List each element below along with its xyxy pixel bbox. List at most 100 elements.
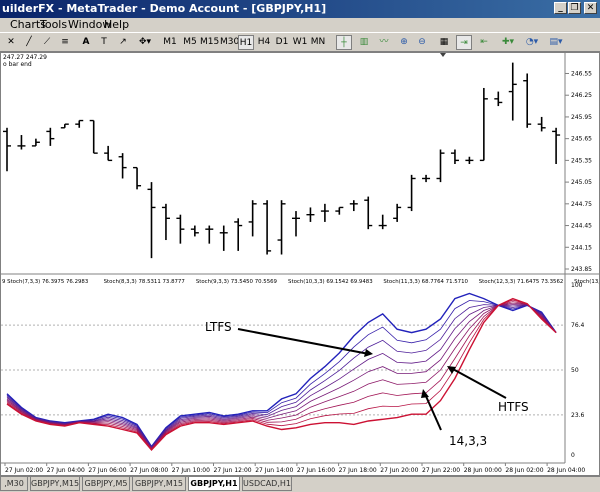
price-bar	[263, 200, 272, 255]
chart-shift-marker	[440, 53, 446, 57]
price-bar	[436, 149, 445, 183]
ltfs-label: LTFS	[205, 320, 232, 334]
minimize-button[interactable]: _	[554, 2, 567, 14]
stoch-series-line	[6, 300, 557, 448]
candlestick-icon[interactable]: ▥	[356, 35, 372, 50]
info-line-2: o bar end	[3, 61, 32, 68]
text-tool-icon[interactable]: A	[80, 35, 92, 50]
price-bar	[190, 225, 199, 237]
window-title: uilderFX - MetaTrader - Demo Account - […	[2, 2, 327, 15]
price-tick-label: 244.75	[571, 201, 592, 208]
templates-icon[interactable]: ▤▾	[546, 35, 566, 50]
indicators-icon[interactable]: ✚▾	[498, 35, 518, 50]
chart-window[interactable]: 247.27 247.29 o bar end 246.55 246.25 245.…	[0, 52, 600, 476]
stoch-tick-label: 0	[571, 452, 575, 459]
tf-m5[interactable]: M5	[182, 35, 198, 50]
stoch-header-item: Stoch(9,3,3) 73.5450 70.5569	[196, 279, 278, 285]
stoch-tick-label: 23.6	[571, 412, 585, 419]
time-tick-label: 27 Jun 02:00	[5, 467, 43, 474]
tf-w1[interactable]: W1	[292, 35, 308, 50]
chart-shift-icon[interactable]: ⇤	[476, 35, 492, 50]
autoscroll-icon[interactable]: ⇥	[456, 35, 472, 50]
title-bar: uilderFX - MetaTrader - Demo Account - […	[0, 0, 600, 18]
stoch-header-item: Stoch(8,3,3) 78.5311 73.8777	[104, 279, 185, 285]
price-tick-label: 245.65	[571, 136, 592, 143]
price-bar	[46, 127, 55, 146]
stoch-header-item: Stoch(11,3,3) 68.7764 71.5710	[383, 279, 468, 285]
price-bar	[104, 145, 113, 162]
price-bar	[450, 149, 459, 164]
arrow-tool-icon[interactable]: ↗	[116, 35, 130, 50]
tf-m15[interactable]: M15	[200, 35, 219, 50]
stoch-series-line	[6, 304, 557, 449]
menu-help[interactable]: Help	[104, 18, 129, 32]
label-tool-icon[interactable]: T	[98, 35, 110, 50]
tab-m30[interactable]: ,M30	[0, 477, 28, 491]
close-button[interactable]: ✕	[584, 2, 597, 14]
time-tick-label: 27 Jun 08:00	[130, 467, 168, 474]
params-label: 14,3,3	[449, 434, 487, 448]
tab-usdcad-h1[interactable]: USDCAD,H1	[242, 477, 292, 491]
price-tick-label: 243.85	[571, 266, 592, 273]
price-bar	[219, 225, 228, 251]
zoom-in-icon[interactable]: ⊕	[396, 35, 412, 50]
periods-icon[interactable]: ◔▾	[522, 35, 542, 50]
time-tick-label: 28 Jun 02:00	[505, 467, 543, 474]
line-chart-icon[interactable]: 〰	[376, 35, 392, 50]
trendline-icon[interactable]: ⟋	[40, 35, 54, 50]
time-tick-label: 27 Jun 20:00	[380, 467, 418, 474]
time-tick-label: 27 Jun 16:00	[297, 467, 335, 474]
tab-gbpjpy-m5[interactable]: GBPJPY,M5	[82, 477, 130, 491]
annotations: LTFS HTFS 14,3,3	[205, 320, 529, 448]
chart-tabs: ,M30 GBPJPY,M15 GBPJPY,M5 GBPJPY,M15 GBP…	[0, 476, 600, 492]
tab-gbpjpy-m15[interactable]: GBPJPY,M15	[30, 477, 80, 491]
tf-d1[interactable]: D1	[274, 35, 290, 50]
bar-chart-icon[interactable]: ┼	[336, 35, 352, 50]
stoch-tick-label: 76.4	[571, 322, 585, 329]
restore-button[interactable]: ❐	[568, 2, 581, 14]
price-bar	[133, 166, 142, 190]
time-tick-label: 27 Jun 18:00	[339, 467, 377, 474]
chart-canvas[interactable]: 247.27 247.29 o bar end 246.55 246.25 245.…	[1, 53, 600, 475]
price-bar	[17, 135, 26, 150]
time-tick-label: 28 Jun 00:00	[464, 467, 502, 474]
price-bar	[479, 87, 488, 162]
time-tick-label: 27 Jun 06:00	[88, 467, 126, 474]
grid-tool-icon[interactable]: ≡	[58, 35, 72, 50]
tile-windows-icon[interactable]: ▦	[436, 35, 452, 50]
line-tool-icon[interactable]: ╱	[22, 35, 36, 50]
price-tick-label: 244.15	[571, 244, 592, 251]
crosshair-icon[interactable]: ✕	[4, 35, 18, 50]
time-tick-label: 27 Jun 12:00	[214, 467, 252, 474]
price-bar	[320, 203, 329, 222]
price-tick-label: 246.25	[571, 92, 592, 99]
price-bar	[407, 174, 416, 212]
price-bar	[234, 218, 243, 251]
tf-m30[interactable]: M30	[220, 35, 239, 50]
price-bar	[465, 156, 474, 164]
params-arrow-head	[421, 389, 429, 398]
zoom-out-icon[interactable]: ⊖	[414, 35, 430, 50]
tf-m1[interactable]: M1	[162, 35, 178, 50]
tf-h4[interactable]: H4	[256, 35, 272, 50]
price-bar	[364, 196, 373, 230]
price-bar	[349, 200, 358, 212]
stoch-header-item: Stoch(13,3,3) 7	[574, 279, 599, 285]
price-bar	[248, 200, 257, 237]
price-bar	[523, 73, 532, 128]
time-tick-label: 27 Jun 22:00	[422, 467, 460, 474]
htfs-arrow-line	[450, 367, 507, 399]
price-bar	[3, 127, 11, 172]
stoch-header-item: 9 Stoch(7,3,3) 76.3975 76.2983	[2, 279, 88, 285]
menu-tools[interactable]: Tools	[40, 18, 67, 32]
tab-gbpjpy-m15b[interactable]: GBPJPY,M15	[132, 477, 186, 491]
price-bar	[393, 203, 402, 222]
menu-bar: Charts Tools Window Help	[0, 18, 600, 32]
toolbar: ✕ ╱ ⟋ ≡ A T ↗ ✥▾ M1 M5 M15 M30 H1 H4 D1 …	[0, 32, 600, 52]
tf-h1[interactable]: H1	[238, 35, 254, 50]
price-bar	[60, 123, 69, 129]
shapes-menu-icon[interactable]: ✥▾	[136, 35, 154, 50]
tf-mn[interactable]: MN	[310, 35, 326, 50]
time-tick-label: 27 Jun 10:00	[172, 467, 210, 474]
tab-gbpjpy-h1[interactable]: GBPJPY,H1	[188, 477, 240, 491]
